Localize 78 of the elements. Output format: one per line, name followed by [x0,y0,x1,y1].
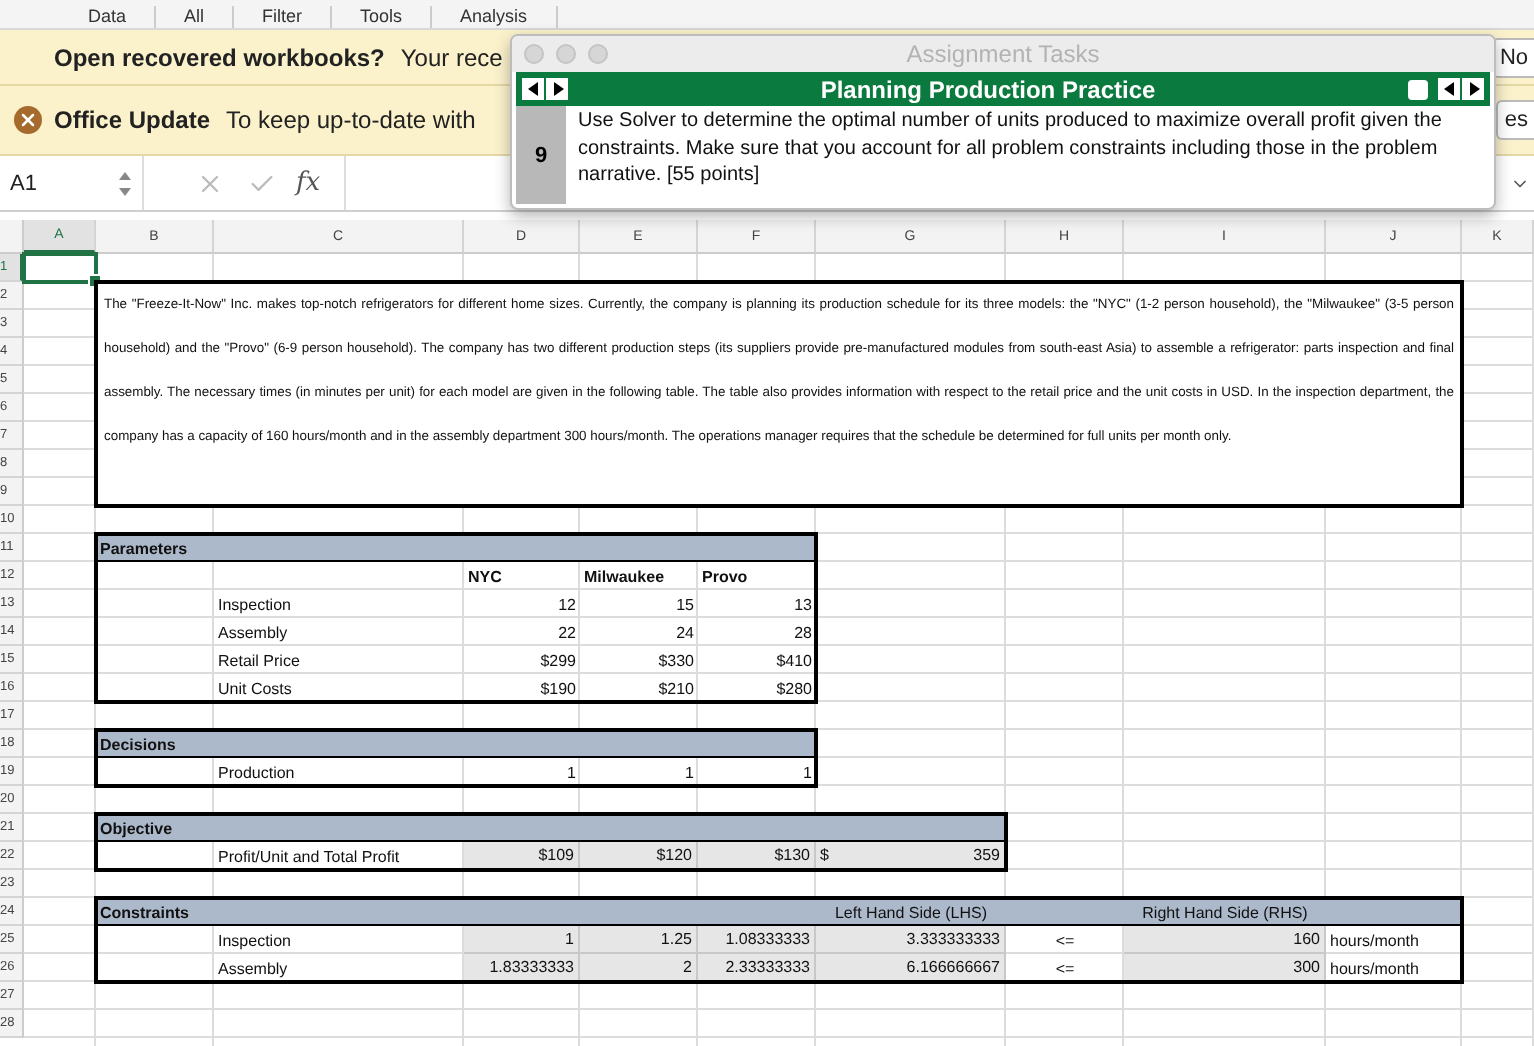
table-cell: $ 359 [816,842,1006,870]
table-cell-text: hours/month [1328,957,1421,981]
table-cell: $130 [698,842,816,870]
name-box[interactable]: A1 [0,156,144,210]
table-cell-text: $190 [538,677,578,701]
table-cell-text: $330 [656,649,696,673]
ribbon-tab[interactable]: Tools [332,6,433,28]
table-cell: 300 [1124,954,1326,982]
task-number: 9 [516,106,566,204]
column-label: NYC [466,565,504,589]
ribbon-tab[interactable]: Filter [234,6,333,28]
right-triangle-icon [551,82,563,96]
table-cell: 6.166666667 [816,954,1006,982]
table-cell-text: 15 [674,593,696,617]
insert-function-button[interactable]: fx [288,168,329,198]
table-title: Decisions [98,733,178,757]
window-title: Assignment Tasks [906,40,1100,68]
column-label: Milwaukee [582,565,667,589]
row-label: Production [216,761,297,785]
table-cell: 3.333333333 [816,926,1006,954]
notice-message: To keep up-to-date with [226,106,476,134]
row-label: Assembly [216,621,290,646]
table-cell: $109 [464,842,580,870]
row-label: Unit Costs [216,677,294,701]
table-cell-text: $210 [656,677,696,701]
column-heading: Right Hand Side (RHS) [1140,901,1310,926]
table-cell-text: $410 [774,649,814,673]
notice-message: Your rece [400,43,503,71]
table-cell-text: <= [1053,929,1077,953]
table-cell-text: 1 [801,761,814,785]
table-title: Constraints [98,901,191,925]
column-label: Provo [700,565,750,589]
notice-title: Office Update [54,106,211,134]
table-cell: 2 [580,954,698,982]
table-cell: 1.83333333 [464,954,580,982]
table-title: Objective [98,817,175,842]
right-triangle-icon [1467,82,1479,96]
ribbon-tab[interactable]: All [156,6,235,28]
row-label: Retail Price [216,649,302,673]
task-title: Planning Production Practice [818,75,1158,103]
table-cell: 1 [464,926,580,954]
table-cell-text: <= [1053,957,1077,981]
table-cell-text: $280 [774,677,814,701]
table-cell-text: 28 [792,621,814,645]
notice-title: Open recovered workbooks? [54,43,385,71]
next-button[interactable] [1462,78,1484,100]
next-button[interactable] [546,78,568,100]
stepper-icon[interactable] [118,169,132,197]
left-triangle-icon [527,82,539,96]
table-cell-text: 22 [556,621,578,645]
ribbon-tab[interactable]: Data [60,6,157,28]
table-cell-text: hours/month [1328,929,1421,953]
table-cell-text: $299 [538,649,578,673]
table-cell: 1.08333333 [698,926,816,954]
row-label: Inspection [216,929,293,954]
table-cell: 1.25 [580,926,698,954]
table-cell-text: 1 [683,761,696,785]
notice-button[interactable]: es [1496,100,1534,140]
table-cell-text: 24 [674,621,696,645]
task-text: Use Solver to determine the optimal number of units produced to maximize overall profit given the constraints. Make sure that you account for all problem constraints including those in the problem narrative. [55 points] [576,108,1444,190]
row-label: Profit/Unit and Total Profit [216,845,402,869]
table-cell: $120 [580,842,698,870]
table-cell-text: 1 [565,761,578,785]
previous-button[interactable] [1438,78,1460,100]
task-checkbox[interactable] [1408,79,1428,99]
row-label: Inspection [216,593,293,618]
cell-cursor[interactable] [22,252,98,284]
left-triangle-icon [1443,82,1455,96]
table-cell: 2.33333333 [698,954,816,982]
table-cell: 160 [1124,926,1326,954]
ribbon-tab[interactable]: Analysis [432,6,558,28]
table-title: Parameters [98,537,190,561]
table-cell-text: 12 [556,593,578,617]
column-heading: Left Hand Side (LHS) [832,901,990,926]
close-icon[interactable] [14,106,42,134]
table-cell-text: 13 [792,593,814,617]
row-label: Assembly [216,957,290,982]
previous-button[interactable] [522,78,544,100]
